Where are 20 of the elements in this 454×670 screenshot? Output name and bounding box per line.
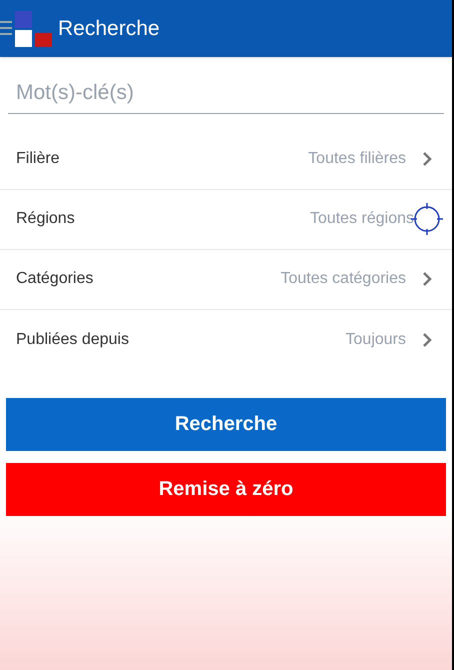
- filter-value: Toutes filières: [308, 149, 406, 169]
- filter-value: Toutes régions: [310, 209, 414, 229]
- chevron-right-icon[interactable]: [422, 151, 432, 167]
- filter-row[interactable]: Publiées depuis Toujours: [0, 310, 452, 370]
- chevron-right-icon[interactable]: [422, 332, 432, 348]
- filter-value: Toujours: [346, 330, 406, 350]
- app-logo-icon[interactable]: [0, 8, 54, 48]
- filter-label: Catégories: [16, 269, 94, 289]
- filter-row[interactable]: Catégories Toutes catégories: [0, 250, 452, 310]
- filter-row[interactable]: Filière Toutes filières: [0, 130, 452, 190]
- reset-button[interactable]: Remise à zéro: [6, 462, 446, 516]
- filter-row[interactable]: Régions Toutes régions: [0, 190, 452, 250]
- filter-label: Publiées depuis: [16, 330, 130, 350]
- filter-label: Régions: [16, 209, 76, 229]
- filter-value: Toutes catégories: [280, 269, 406, 289]
- screen-title: Recherche: [58, 16, 160, 42]
- chevron-right-icon[interactable]: [422, 271, 432, 287]
- keyword-field[interactable]: Mot(s)-clé(s): [8, 73, 444, 114]
- search-button[interactable]: Recherche: [6, 398, 446, 450]
- filter-label: Filière: [16, 149, 61, 169]
